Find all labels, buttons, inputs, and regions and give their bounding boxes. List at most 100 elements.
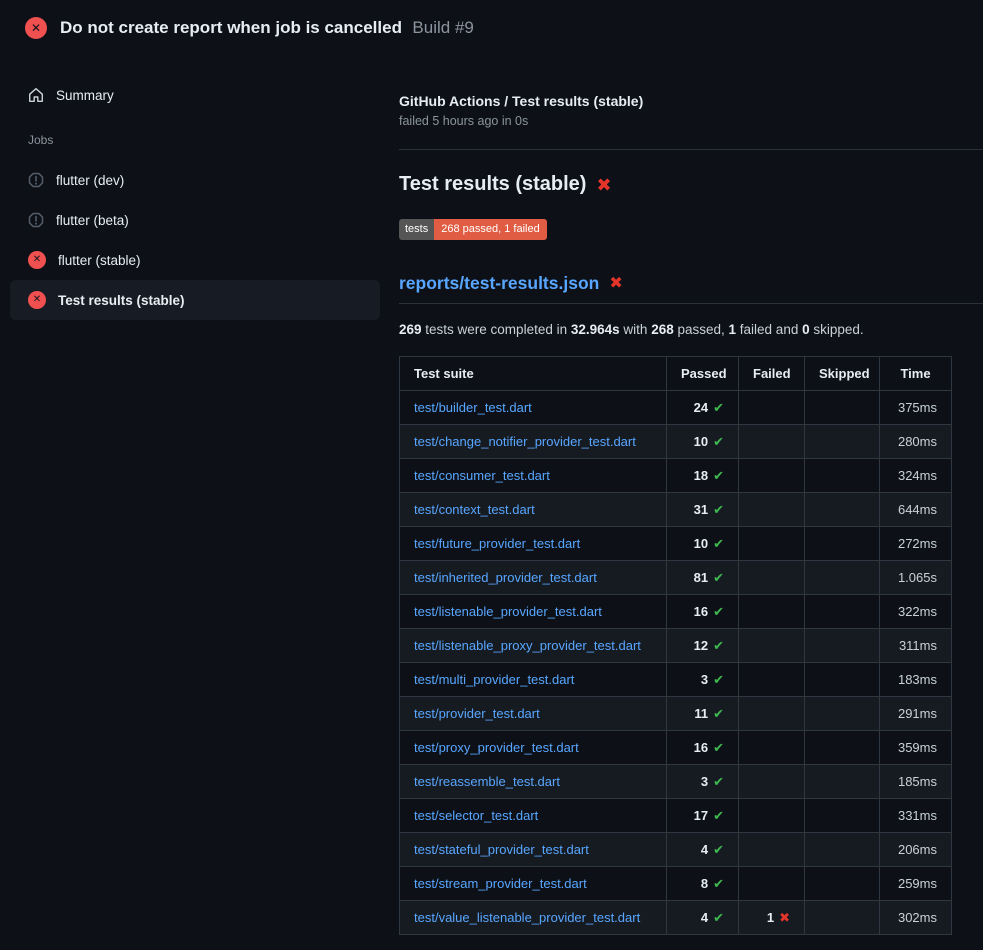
cell-failed xyxy=(739,799,805,833)
test-suite-link[interactable]: test/proxy_provider_test.dart xyxy=(414,740,579,755)
table-row: test/listenable_provider_test.dart16✔322… xyxy=(400,595,952,629)
breadcrumb: GitHub Actions / Test results (stable) xyxy=(399,93,983,109)
test-suite-link[interactable]: test/listenable_provider_test.dart xyxy=(414,604,602,619)
passed-count: 16 xyxy=(694,740,708,755)
test-suite-link[interactable]: test/reassemble_test.dart xyxy=(414,774,560,789)
test-suite-link[interactable]: test/stateful_provider_test.dart xyxy=(414,842,589,857)
build-number: Build #9 xyxy=(412,18,473,37)
cell-test-suite: test/reassemble_test.dart xyxy=(400,765,667,799)
check-icon: ✔ xyxy=(713,434,724,449)
cell-failed xyxy=(739,391,805,425)
table-row: test/stream_provider_test.dart 8✔ 259ms xyxy=(400,867,952,901)
cell-skipped xyxy=(805,833,880,867)
test-suite-link[interactable]: test/context_test.dart xyxy=(414,502,535,517)
main-content: GitHub Actions / Test results (stable) f… xyxy=(390,57,983,935)
section-title-text: Test results (stable) xyxy=(399,173,586,196)
cell-time: 359ms xyxy=(880,731,952,765)
cell-failed xyxy=(739,765,805,799)
tests-badge: tests 268 passed, 1 failed xyxy=(399,219,547,240)
test-suite-link[interactable]: test/multi_provider_test.dart xyxy=(414,672,574,687)
job-label: Test results (stable) xyxy=(58,293,185,308)
summary-skipped: 0 xyxy=(802,322,810,337)
cell-test-suite: test/consumer_test.dart xyxy=(400,459,667,493)
passed-count: 4 xyxy=(701,910,708,925)
cell-test-suite: test/context_test.dart xyxy=(400,493,667,527)
passed-count: 31 xyxy=(694,502,708,517)
cell-passed: 8✔ xyxy=(667,867,739,901)
test-suite-link[interactable]: test/builder_test.dart xyxy=(414,400,532,415)
sidebar-item-job-1[interactable]: flutter (beta) xyxy=(10,200,380,240)
table-row: test/builder_test.dart24✔375ms xyxy=(400,391,952,425)
cell-time: 1.065s xyxy=(880,561,952,595)
table-row: test/reassemble_test.dart3✔185ms xyxy=(400,765,952,799)
cell-test-suite: test/stateful_provider_test.dart xyxy=(400,833,667,867)
cell-test-suite: test/builder_test.dart xyxy=(400,391,667,425)
test-suite-link[interactable]: test/selector_test.dart xyxy=(414,808,538,823)
cell-skipped xyxy=(805,901,880,935)
cell-skipped xyxy=(805,799,880,833)
table-row: test/provider_test.dart 11 ✔ 291ms xyxy=(400,697,952,731)
cell-passed: 16✔ xyxy=(667,595,739,629)
x-circle-icon: ✕ xyxy=(28,251,46,269)
summary-failed: 1 xyxy=(729,322,737,337)
cell-passed: 11 ✔ xyxy=(667,697,739,731)
report-title-link[interactable]: reports/test-results.json ✖ xyxy=(399,273,983,294)
check-icon: ✔ xyxy=(713,706,724,721)
sidebar-item-job-0[interactable]: flutter (dev) xyxy=(10,160,380,200)
summary-line: 269 tests were completed in 32.964s with… xyxy=(399,322,983,337)
cell-passed: 18✔ xyxy=(667,459,739,493)
cell-test-suite: test/proxy_provider_test.dart xyxy=(400,731,667,765)
cell-skipped xyxy=(805,629,880,663)
cell-failed: 1✖ xyxy=(739,901,805,935)
cell-test-suite: test/listenable_provider_test.dart xyxy=(400,595,667,629)
cell-failed xyxy=(739,459,805,493)
cell-time: 280ms xyxy=(880,425,952,459)
cell-test-suite: test/inherited_provider_test.dart xyxy=(400,561,667,595)
cell-skipped xyxy=(805,595,880,629)
passed-count: 12 xyxy=(694,638,708,653)
test-suite-link[interactable]: test/consumer_test.dart xyxy=(414,468,550,483)
cell-test-suite: test/selector_test.dart xyxy=(400,799,667,833)
sidebar-item-job-2[interactable]: ✕ flutter (stable) xyxy=(10,240,380,280)
test-suite-link[interactable]: test/listenable_proxy_provider_test.dart xyxy=(414,638,641,653)
job-label: flutter (stable) xyxy=(58,253,141,268)
test-suite-link[interactable]: test/provider_test.dart xyxy=(414,706,540,721)
test-suite-link[interactable]: test/inherited_provider_test.dart xyxy=(414,570,597,585)
test-suite-link[interactable]: test/stream_provider_test.dart xyxy=(414,876,587,891)
divider xyxy=(399,149,983,150)
table-row: test/change_notifier_provider_test.dart1… xyxy=(400,425,952,459)
test-results-table: Test suite Passed Failed Skipped Time te… xyxy=(399,356,952,935)
cell-time: 259ms xyxy=(880,867,952,901)
cell-time: 375ms xyxy=(880,391,952,425)
check-icon: ✔ xyxy=(713,910,724,925)
cell-skipped xyxy=(805,731,880,765)
check-icon: ✔ xyxy=(713,468,724,483)
cell-time: 644ms xyxy=(880,493,952,527)
section-title: Test results (stable) ✖ xyxy=(399,173,983,196)
cell-time: 291ms xyxy=(880,697,952,731)
cell-skipped xyxy=(805,391,880,425)
sidebar: Summary Jobs flutter (dev) flutter (beta… xyxy=(0,57,390,320)
cell-failed xyxy=(739,527,805,561)
table-row: test/multi_provider_test.dart3✔183ms xyxy=(400,663,952,697)
failed-x-icon: ✖ xyxy=(596,176,611,194)
passed-count: 3 xyxy=(701,672,708,687)
cell-skipped xyxy=(805,663,880,697)
passed-count: 17 xyxy=(694,808,708,823)
cell-failed xyxy=(739,663,805,697)
test-suite-link[interactable]: test/change_notifier_provider_test.dart xyxy=(414,434,636,449)
check-icon: ✔ xyxy=(713,400,724,415)
passed-count: 16 xyxy=(694,604,708,619)
passed-count: 11 xyxy=(694,706,708,721)
cell-failed xyxy=(739,493,805,527)
passed-count: 8 xyxy=(701,876,708,891)
sidebar-item-job-3[interactable]: ✕ Test results (stable) xyxy=(10,280,380,320)
cell-test-suite: test/listenable_proxy_provider_test.dart xyxy=(400,629,667,663)
test-suite-link[interactable]: test/value_listenable_provider_test.dart xyxy=(414,910,640,925)
home-icon xyxy=(28,87,44,103)
test-suite-link[interactable]: test/future_provider_test.dart xyxy=(414,536,580,551)
cell-failed xyxy=(739,867,805,901)
sidebar-item-summary[interactable]: Summary xyxy=(10,75,380,115)
check-icon: ✔ xyxy=(713,672,724,687)
cell-failed xyxy=(739,595,805,629)
